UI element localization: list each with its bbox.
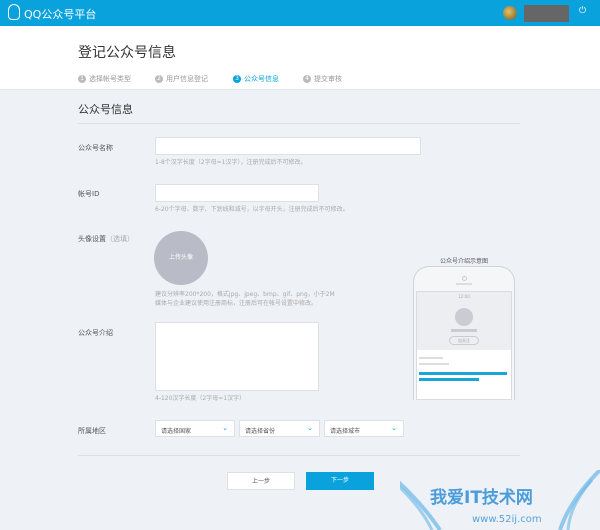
name-hint: 1-8个汉字长度（2字母=1汉字），注册完成后不可修改。 xyxy=(155,159,307,166)
prev-step-button[interactable]: 上一步 xyxy=(227,472,295,490)
username-redacted[interactable] xyxy=(524,5,569,22)
avatar-hint-1: 建议分辨率200*200，格式jpg、jpeg、bmp、gif、png，小于2M xyxy=(155,291,335,298)
province-select[interactable]: 请选择省份 ⌄ xyxy=(239,420,320,437)
account-id-hint: 6-20个字母、数字、下划线和减号，以字母开头，注册完成后不可修改。 xyxy=(155,206,349,213)
qq-logo-icon xyxy=(8,4,20,20)
country-select[interactable]: 请选择国家 ⌄ xyxy=(155,420,235,437)
city-select[interactable]: 请选择城市 ⌄ xyxy=(324,420,404,437)
account-avatar-icon xyxy=(455,308,473,326)
avatar-label: 头像设置（选填） xyxy=(78,235,134,243)
account-id-input[interactable] xyxy=(155,184,319,202)
brand-title[interactable]: QQ公众号平台 xyxy=(24,6,96,22)
avatar-hint-2: 媒体与企业建议使用注册商标，注册后可在帐号设置中修改。 xyxy=(155,300,318,307)
phone-screen: 12:00 加关注 xyxy=(416,291,512,400)
chevron-down-icon: ⌄ xyxy=(391,424,397,432)
upload-avatar-button[interactable]: 上传头像 xyxy=(154,231,208,285)
follow-button: 加关注 xyxy=(449,336,479,345)
next-step-button[interactable]: 下一步 xyxy=(306,472,374,490)
name-label: 公众号名称 xyxy=(78,144,113,152)
step-1: 1 选择帐号类型 xyxy=(78,74,131,84)
section-divider xyxy=(78,123,520,124)
step-3-active: 3 公众号信息 xyxy=(233,74,279,84)
chevron-down-icon: ⌄ xyxy=(222,424,228,432)
name-input[interactable] xyxy=(155,137,421,155)
chevron-down-icon: ⌄ xyxy=(307,424,313,432)
intro-textarea[interactable] xyxy=(155,322,319,391)
power-icon[interactable]: ⏻ xyxy=(579,6,586,16)
user-avatar[interactable] xyxy=(503,6,517,20)
page-title: 登记公众号信息 xyxy=(78,45,176,61)
form-divider xyxy=(78,455,520,456)
preview-title: 公众号介绍示意图 xyxy=(439,258,488,265)
intro-label: 公众号介绍 xyxy=(78,329,113,337)
region-label: 所属地区 xyxy=(78,427,106,435)
watermark-logo: 我爱IT技术网 www.52ij.com xyxy=(400,470,600,530)
svg-text:我爱IT技术网: 我爱IT技术网 xyxy=(430,487,533,508)
section-title: 公众号信息 xyxy=(78,103,133,116)
account-id-label: 帐号ID xyxy=(78,190,100,198)
step-4: 4 提交审核 xyxy=(303,74,342,84)
step-2: 2 用户信息登记 xyxy=(155,74,208,84)
intro-hint: 4-120汉字长度（2字母=1汉字） xyxy=(155,395,246,402)
svg-text:www.52ij.com: www.52ij.com xyxy=(472,514,542,525)
